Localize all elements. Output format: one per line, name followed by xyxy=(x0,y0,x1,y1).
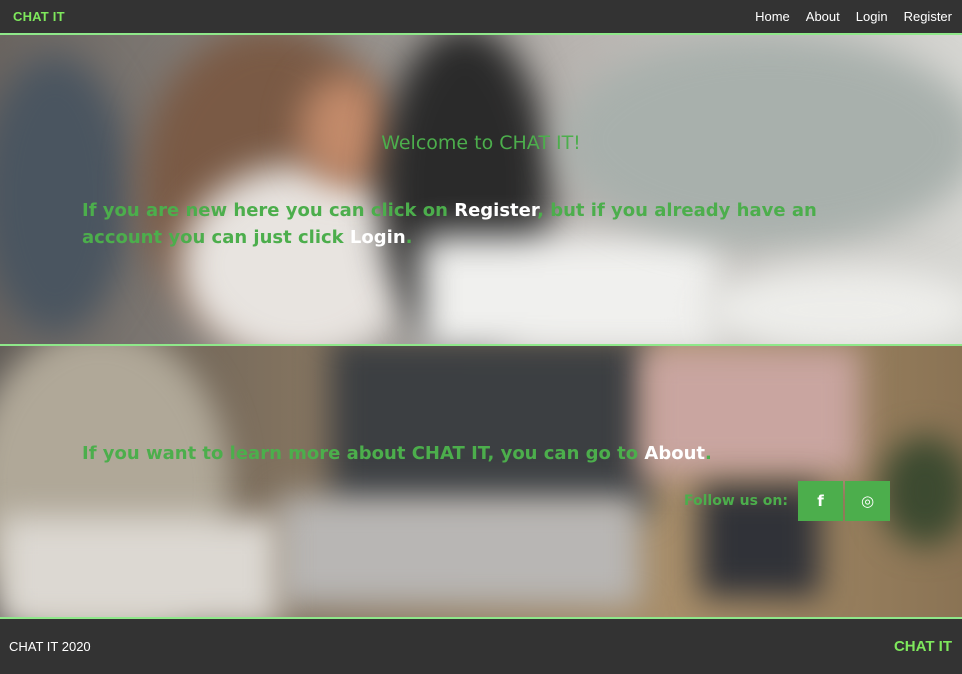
nav-link-about[interactable]: About xyxy=(806,9,840,24)
footer-copyright: CHAT IT 2020 xyxy=(9,639,91,654)
background-blur-shape xyxy=(420,235,720,344)
learn-text: . xyxy=(705,443,712,464)
background-blur-shape xyxy=(330,346,650,516)
instagram-button[interactable]: ◎ xyxy=(845,481,890,521)
background-blur-shape xyxy=(280,496,640,606)
about-link[interactable]: About xyxy=(644,443,705,464)
intro-paragraph: If you are new here you can click on Reg… xyxy=(82,197,902,251)
login-link[interactable]: Login xyxy=(350,227,406,248)
footer: CHAT IT 2020 CHAT IT xyxy=(0,619,962,674)
hero-about-section: If you want to learn more about CHAT IT,… xyxy=(0,346,962,617)
follow-label: Follow us on: xyxy=(684,493,788,509)
learn-more-paragraph: If you want to learn more about CHAT IT,… xyxy=(82,442,902,466)
learn-text: If you want to learn more about CHAT IT,… xyxy=(82,443,645,464)
welcome-heading: Welcome to CHAT IT! xyxy=(381,132,581,154)
nav-link-login[interactable]: Login xyxy=(856,9,888,24)
page: CHAT IT Home About Login Register Welcom… xyxy=(0,0,962,674)
facebook-button[interactable]: f xyxy=(798,481,843,521)
background-blur-shape xyxy=(700,265,962,344)
navbar: CHAT IT Home About Login Register xyxy=(0,0,962,33)
footer-brand[interactable]: CHAT IT xyxy=(894,638,952,655)
background-blur-shape xyxy=(300,75,390,185)
nav-link-home[interactable]: Home xyxy=(755,9,790,24)
hero-welcome-section: Welcome to CHAT IT! If you are new here … xyxy=(0,35,962,344)
register-link[interactable]: Register xyxy=(454,200,537,221)
background-blur-shape xyxy=(0,516,280,617)
facebook-icon: f xyxy=(817,492,824,510)
nav-link-register[interactable]: Register xyxy=(904,9,952,24)
social-follow: Follow us on: f ◎ xyxy=(684,481,890,521)
instagram-icon: ◎ xyxy=(860,492,875,510)
intro-text: . xyxy=(405,227,413,248)
intro-text: If you are new here you can click on xyxy=(82,200,455,221)
navbar-brand[interactable]: CHAT IT xyxy=(13,9,65,24)
nav-links: Home About Login Register xyxy=(739,9,952,24)
background-photo-woman xyxy=(0,55,130,335)
